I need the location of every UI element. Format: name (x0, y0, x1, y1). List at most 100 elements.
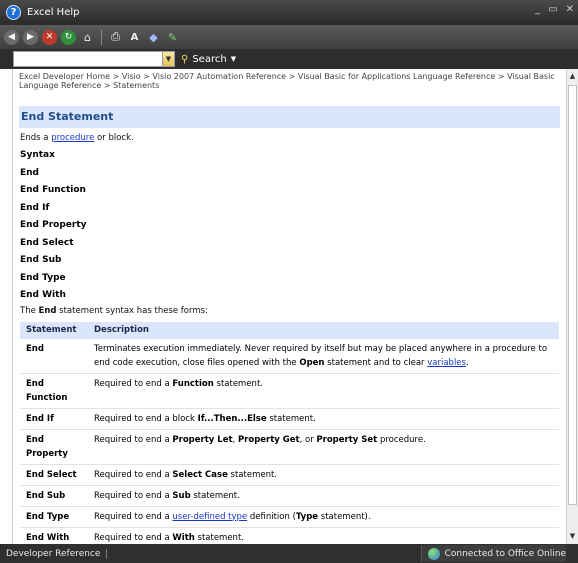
description-text: , or (299, 434, 317, 445)
syntax-list: End End Function End If End Property End Sel… (13, 165, 566, 305)
close-button[interactable]: ✕ (566, 4, 574, 15)
stop-icon[interactable]: ✕ (42, 29, 57, 45)
statement-cell: End Sub (20, 485, 88, 507)
home-icon[interactable]: ⌂ (80, 30, 95, 45)
statement-table: Statement Description End Terminates exec… (20, 321, 559, 544)
toolbar-separator (101, 29, 102, 45)
description-text: . (465, 357, 469, 368)
forms-bold: End (38, 305, 57, 316)
connection-status[interactable]: Connected to Office Online (420, 545, 566, 562)
description-cell: Required to end a Function statement. (88, 373, 559, 409)
intro-paragraph: Ends a procedure or block. (20, 132, 560, 145)
help-icon: ? (6, 5, 21, 20)
description-text: procedure. (377, 434, 426, 445)
syntax-line: End Type (20, 272, 66, 283)
table-row: End Type Required to end a user-defined t… (20, 506, 559, 528)
statement-cell: End With (20, 527, 88, 544)
keyword-text: Function (172, 378, 214, 389)
chevron-down-icon: ▼ (230, 55, 237, 63)
minimize-button[interactable]: _ (535, 4, 540, 15)
scroll-down-icon[interactable]: ▼ (567, 531, 578, 542)
procedure-link[interactable]: procedure (51, 133, 94, 143)
syntax-line: End Select (20, 237, 74, 248)
keyword-text: Property Get (237, 434, 300, 445)
description-text: Required to end a (94, 511, 173, 522)
search-icon: ⚲ (181, 53, 189, 65)
page-title: End Statement (19, 106, 560, 128)
breadcrumb[interactable]: Excel Developer Home > Visio > Visio 200… (13, 69, 566, 96)
intro-text-end: or block. (94, 133, 134, 143)
description-text: Required to end a (94, 469, 173, 480)
table-row: End With Required to end a With statement… (20, 527, 559, 544)
description-text: statement. (266, 413, 316, 424)
forms-text: The (20, 305, 39, 316)
status-bar: Developer Reference Connected to Office … (0, 544, 578, 563)
column-header-description: Description (88, 321, 559, 339)
scroll-up-icon[interactable]: ▲ (567, 71, 578, 82)
title-bar: ? Excel Help _ ▭ ✕ (0, 0, 578, 25)
glossary-link[interactable]: variables (427, 358, 466, 368)
search-button-label: Search (192, 53, 227, 65)
description-text: statement. (194, 532, 244, 543)
description-text: Required to end a (94, 434, 173, 445)
statement-cell: End Function (20, 373, 88, 409)
keep-on-top-icon[interactable]: ◆ (146, 30, 161, 45)
search-bar: ▼ ⚲ Search ▼ (0, 49, 578, 69)
table-row: End Function Required to end a Function s… (20, 373, 559, 409)
search-button[interactable]: ⚲ Search ▼ (181, 54, 236, 65)
keyword-text: Sub (172, 490, 191, 501)
syntax-line: End With (20, 290, 66, 300)
forms-paragraph: The End statement syntax has these forms… (20, 305, 560, 318)
syntax-line: End Property (20, 220, 87, 230)
keyword-text: If...Then...Else (197, 413, 267, 424)
description-text: Required to end a (94, 490, 173, 501)
description-cell: Required to end a Sub statement. (88, 485, 559, 507)
table-row: End Terminates execution immediately. Nev… (20, 338, 559, 374)
help-content: Excel Developer Home > Visio > Visio 200… (12, 69, 566, 544)
print-icon[interactable]: ⎙ (108, 30, 123, 45)
keyword-text: Type (295, 511, 319, 522)
font-size-icon[interactable]: A (127, 30, 142, 45)
back-icon[interactable]: ◀ (4, 29, 19, 45)
table-row: End If Required to end a block If...Then.… (20, 408, 559, 430)
statement-cell: End If (20, 408, 88, 430)
description-text: statement). (318, 511, 371, 522)
glossary-link[interactable]: user-defined type (172, 512, 247, 522)
refresh-icon[interactable]: ↻ (61, 29, 76, 45)
description-text: Required to end a block (94, 413, 198, 424)
table-row: End Select Required to end a Select Case … (20, 464, 559, 486)
keyword-text: With (172, 532, 195, 543)
forward-icon[interactable]: ▶ (23, 29, 38, 45)
window-controls: _ ▭ ✕ (535, 4, 574, 15)
keyword-text: Property Set (316, 434, 378, 445)
statement-cell: End (20, 338, 88, 374)
search-scope-dropdown[interactable]: ▼ (163, 51, 175, 67)
vertical-scrollbar[interactable]: ▲ ▼ (566, 69, 578, 544)
globe-icon (427, 547, 440, 560)
search-input[interactable] (13, 51, 163, 67)
keyword-text: Property Let (172, 434, 233, 445)
description-text: statement. (213, 378, 263, 389)
window-title: Excel Help (27, 7, 80, 18)
scroll-thumb[interactable] (568, 85, 577, 505)
status-scope: Developer Reference (6, 548, 108, 559)
syntax-line: End If (20, 202, 50, 213)
statement-cell: End Select (20, 464, 88, 486)
description-cell: Required to end a Property Let, Property… (88, 429, 559, 465)
description-text: statement. (190, 490, 240, 501)
keyword-text: Select Case (172, 469, 228, 480)
statement-cell: End Property (20, 429, 88, 465)
syntax-line: End Function (20, 185, 86, 195)
toc-icon[interactable]: ✎ (165, 30, 180, 45)
description-text: Required to end a (94, 532, 173, 543)
description-cell: Required to end a With statement. (88, 527, 559, 544)
description-text: statement and to clear (324, 357, 428, 368)
maximize-button[interactable]: ▭ (548, 4, 557, 15)
description-text: statement. (227, 469, 278, 480)
table-header-row: Statement Description (20, 321, 559, 339)
description-cell: Required to end a Select Case statement. (88, 464, 559, 486)
keyword-text: Open (299, 357, 325, 368)
description-text: definition ( (247, 511, 296, 522)
intro-text: Ends a (20, 133, 52, 143)
syntax-heading: Syntax (20, 150, 55, 160)
